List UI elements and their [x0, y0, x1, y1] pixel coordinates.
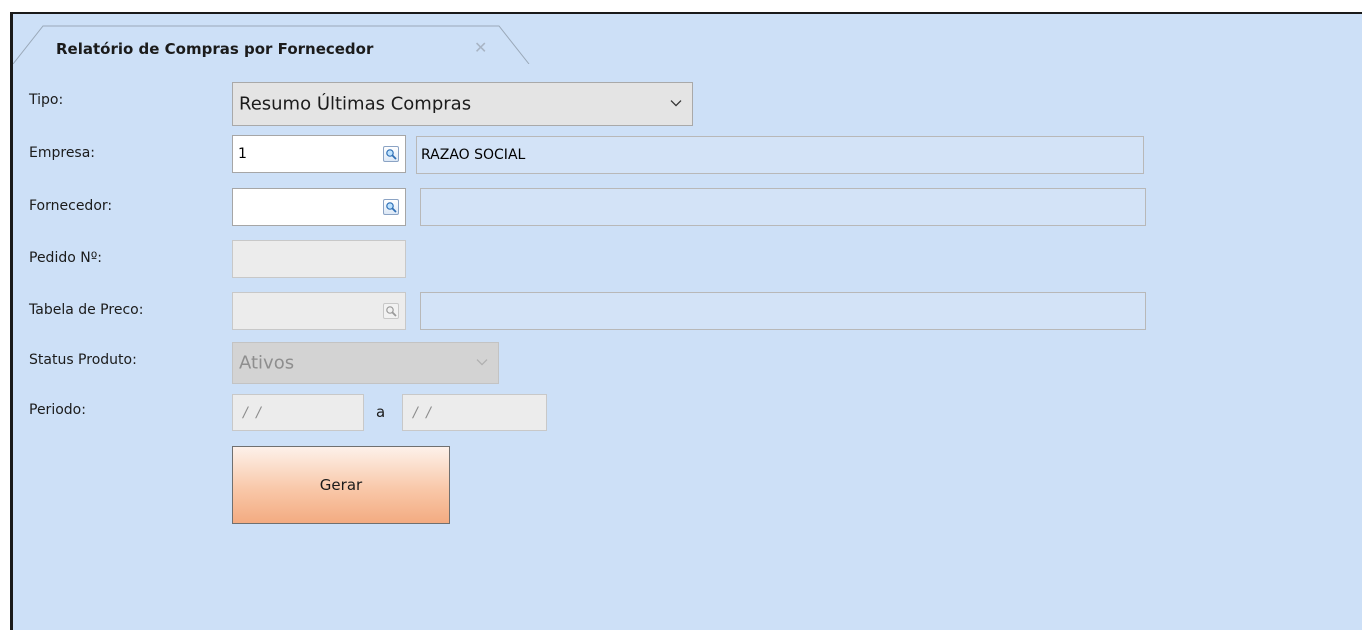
empresa-code-value: 1	[238, 146, 247, 162]
status-produto-select[interactable]: Ativos	[232, 342, 499, 384]
chevron-down-icon	[670, 100, 682, 107]
tabela-preco-description	[420, 292, 1146, 330]
tab-title-label: Relatório de Compras por Fornecedor	[56, 40, 374, 58]
pedido-input[interactable]	[232, 240, 406, 278]
chevron-down-icon	[476, 359, 488, 366]
report-window: Relatório de Compras por Fornecedor ✕ Ti…	[10, 12, 1362, 630]
tipo-label: Tipo:	[29, 92, 64, 108]
gerar-button[interactable]: Gerar	[232, 446, 450, 524]
empresa-description: RAZAO SOCIAL	[416, 136, 1144, 174]
tab-report-compras[interactable]: Relatório de Compras por Fornecedor	[56, 40, 373, 58]
close-icon[interactable]: ✕	[474, 38, 487, 57]
periodo-end-input[interactable]: / /	[402, 394, 547, 431]
tipo-select-value: Resumo Últimas Compras	[239, 93, 472, 115]
fornecedor-description	[420, 188, 1146, 226]
tabela-preco-lookup-button[interactable]	[383, 303, 399, 319]
empresa-lookup-button[interactable]	[383, 146, 399, 162]
periodo-start-value: / /	[243, 404, 263, 421]
empresa-description-text: RAZAO SOCIAL	[421, 147, 526, 163]
tabela-preco-code-input[interactable]	[232, 292, 406, 330]
pedido-label: Pedido Nº:	[29, 250, 103, 266]
magnifier-icon	[386, 306, 397, 317]
fornecedor-code-input[interactable]	[232, 188, 406, 226]
magnifier-icon	[386, 149, 397, 160]
periodo-label: Periodo:	[29, 402, 86, 418]
empresa-label: Empresa:	[29, 145, 96, 161]
empresa-code-input[interactable]: 1	[232, 135, 406, 173]
tabela-preco-label: Tabela de Preco:	[29, 302, 144, 318]
periodo-end-value: / /	[413, 404, 433, 421]
tab-strip: Relatório de Compras por Fornecedor ✕	[13, 14, 1362, 64]
fornecedor-label: Fornecedor:	[29, 198, 113, 214]
periodo-start-input[interactable]: / /	[232, 394, 364, 431]
status-produto-value: Ativos	[239, 352, 295, 374]
tipo-select[interactable]: Resumo Últimas Compras	[232, 82, 693, 126]
status-produto-label: Status Produto:	[29, 352, 137, 368]
gerar-button-label: Gerar	[319, 476, 363, 494]
periodo-separator: a	[376, 403, 386, 421]
magnifier-icon	[386, 202, 397, 213]
fornecedor-lookup-button[interactable]	[383, 199, 399, 215]
